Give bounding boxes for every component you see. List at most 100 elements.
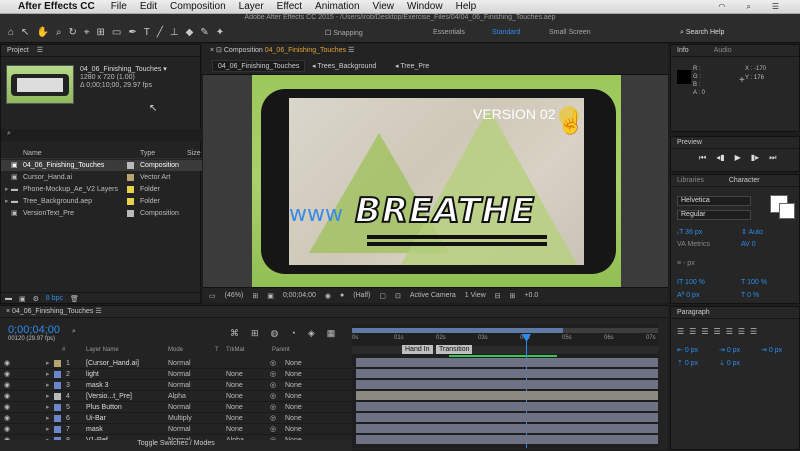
layer-trkmat[interactable]: None — [226, 391, 243, 402]
font-family-dropdown[interactable]: Helvetica — [677, 196, 751, 206]
marker-hand-in[interactable]: Hand In — [402, 345, 433, 354]
space-after[interactable]: ⇣ 0 px — [719, 359, 740, 367]
col-size[interactable]: Size — [187, 150, 201, 157]
settings-icon[interactable]: ⚙ — [33, 295, 39, 303]
indent-left[interactable]: ⇤ 0 px — [677, 346, 698, 354]
pen-tool-icon[interactable]: ✒ — [128, 27, 136, 38]
stamp-tool-icon[interactable]: ⊥ — [170, 27, 179, 38]
tab-character[interactable]: Character — [729, 177, 760, 184]
workspace-essentials[interactable]: Essentials — [433, 29, 465, 36]
frame-blend-icon[interactable]: ⊞ — [251, 328, 259, 339]
stroke-width[interactable]: ≡ - px — [677, 260, 695, 267]
layer-name[interactable]: mask 3 — [86, 380, 109, 391]
current-time[interactable]: 0;00;04;00 — [283, 292, 316, 299]
layer-name[interactable]: Plus Button — [86, 402, 122, 413]
layer-bar[interactable] — [356, 424, 658, 433]
graph-editor-icon[interactable]: ◔ — [290, 328, 295, 339]
color-icon[interactable]: ● — [340, 292, 344, 299]
layer-bar[interactable] — [356, 391, 658, 400]
layer-name[interactable]: Ui-Bar — [86, 413, 106, 424]
pan-tool-icon[interactable]: ⊞ — [97, 27, 105, 38]
resolution-dropdown[interactable]: (Half) — [353, 292, 370, 299]
project-tab[interactable]: Project ☰ — [1, 45, 200, 57]
indent-first[interactable]: ⇥ 0 px — [761, 346, 782, 354]
layer-row[interactable]: ◉ ▸ 7 mask Normal None ◎ None — [0, 424, 352, 435]
composition-viewer[interactable]: VERSION 02 ☝ www BREATHE — [203, 75, 668, 287]
label-color-swatch[interactable] — [127, 210, 134, 217]
layer-row[interactable]: ◉ ▸ 6 Ui-Bar Multiply None ◎ None — [0, 413, 352, 424]
tab-info[interactable]: Info — [677, 47, 689, 54]
timeline-search-icon[interactable]: ⌕ — [72, 328, 76, 336]
expand-icon[interactable]: ▸ — [46, 358, 50, 369]
layer-label-color[interactable] — [54, 393, 61, 400]
label-color-swatch[interactable] — [127, 186, 134, 193]
camera-dropdown[interactable]: Active Camera — [410, 292, 456, 299]
monitor-icon[interactable]: ▭ — [209, 292, 216, 300]
font-style-dropdown[interactable]: Regular — [677, 210, 751, 220]
tracking[interactable]: AV 0 — [741, 241, 756, 248]
layer-bar[interactable] — [356, 358, 658, 367]
kerning[interactable]: VA Metrics — [677, 241, 710, 248]
project-search[interactable]: ⌕ — [1, 129, 202, 141]
project-item[interactable]: ▸ ▬ Phone-Mockup_Ae_V2 Layers Folder — [1, 184, 202, 195]
layer-trkmat[interactable]: None — [226, 402, 243, 413]
layer-bar[interactable] — [356, 369, 658, 378]
grid-icon[interactable]: ⊡ — [395, 292, 401, 300]
tsume[interactable]: T 0 % — [741, 292, 759, 299]
layer-label-color[interactable] — [54, 360, 61, 367]
label-color-swatch[interactable] — [127, 198, 134, 205]
breadcrumb-trees[interactable]: ◂ Trees_Background — [312, 61, 376, 73]
eye-icon[interactable]: ◉ — [4, 413, 10, 424]
layer-label-color[interactable] — [54, 371, 61, 378]
lock-icon[interactable]: ⊡ — [216, 47, 222, 54]
time-graph[interactable]: 0s01s02s03s04s05s06s07s Hand In Transiti… — [352, 324, 658, 448]
menu-window[interactable]: Window — [407, 1, 443, 12]
search-help[interactable]: ⌕ Search Help — [680, 29, 724, 37]
views-dropdown[interactable]: 1 View — [465, 292, 486, 299]
expand-icon[interactable]: ▸ — [46, 402, 50, 413]
project-item[interactable]: ▣ Cursor_Hand.ai Vector Art — [1, 172, 202, 183]
layer-name[interactable]: mask — [86, 424, 103, 435]
expand-icon[interactable]: ▸ — [46, 424, 50, 435]
align-right-icon[interactable]: ☰ — [701, 327, 708, 336]
snapshot-icon[interactable]: ◉ — [325, 292, 331, 300]
rectangle-tool-icon[interactable]: ▭ — [112, 27, 121, 38]
layer-mode[interactable]: Normal — [168, 424, 191, 435]
menu-file[interactable]: File — [111, 1, 127, 12]
layer-name[interactable]: [Versio...t_Pre] — [86, 391, 132, 402]
justify-left-icon[interactable]: ☰ — [714, 327, 721, 336]
timeline-timecode[interactable]: 0;00;04;00 — [8, 324, 60, 336]
tab-preview[interactable]: Preview — [671, 137, 799, 149]
layer-bar[interactable] — [356, 413, 658, 422]
breadcrumb-root[interactable]: 04_06_Finishing_Touches — [212, 60, 306, 72]
space-before[interactable]: ⇡ 0 px — [677, 359, 698, 367]
flowchart-icon[interactable]: ⊞ — [510, 292, 516, 300]
rotate-tool-icon[interactable]: ↻ — [69, 27, 77, 38]
label-color-swatch[interactable] — [127, 162, 134, 169]
layer-trkmat[interactable]: None — [226, 369, 243, 380]
layer-row[interactable]: ◉ ▸ 1 [Cursor_Hand.ai] Normal ◎ None — [0, 358, 352, 369]
expand-icon[interactable]: ▸ — [46, 369, 50, 380]
snapping-checkbox[interactable]: ☐ Snapping — [325, 29, 363, 37]
layer-row[interactable]: ◉ ▸ 4 [Versio...t_Pre] Alpha None ◎ None — [0, 391, 352, 402]
layer-trkmat[interactable]: None — [226, 413, 243, 424]
horizontal-scale[interactable]: T 100 % — [741, 279, 767, 286]
col-layer-name[interactable]: Layer Name — [86, 347, 119, 353]
eye-icon[interactable]: ◉ — [4, 380, 10, 391]
baseline-shift[interactable]: Aª 0 px — [677, 292, 699, 299]
layer-label-color[interactable] — [54, 426, 61, 433]
justify-right-icon[interactable]: ☰ — [738, 327, 745, 336]
layer-parent[interactable]: None — [285, 358, 302, 369]
parent-pickwhip-icon[interactable]: ◎ — [270, 413, 276, 424]
menu-effect[interactable]: Effect — [277, 1, 302, 12]
app-menu[interactable]: After Effects CC — [18, 1, 95, 12]
leading[interactable]: ⇕ Auto — [741, 228, 763, 236]
expand-icon[interactable]: ▸ — [46, 413, 50, 424]
font-size[interactable]: ₜT 36 px — [677, 228, 702, 236]
new-comp-icon[interactable]: ▣ — [19, 295, 26, 303]
indent-right[interactable]: ⇥ 0 px — [719, 346, 740, 354]
align-center-icon[interactable]: ☰ — [689, 327, 696, 336]
project-item[interactable]: ▣ 04_06_Finishing_Touches Composition — [1, 160, 202, 171]
expand-icon[interactable]: ▸ — [46, 391, 50, 402]
tab-libraries[interactable]: Libraries — [677, 177, 704, 184]
